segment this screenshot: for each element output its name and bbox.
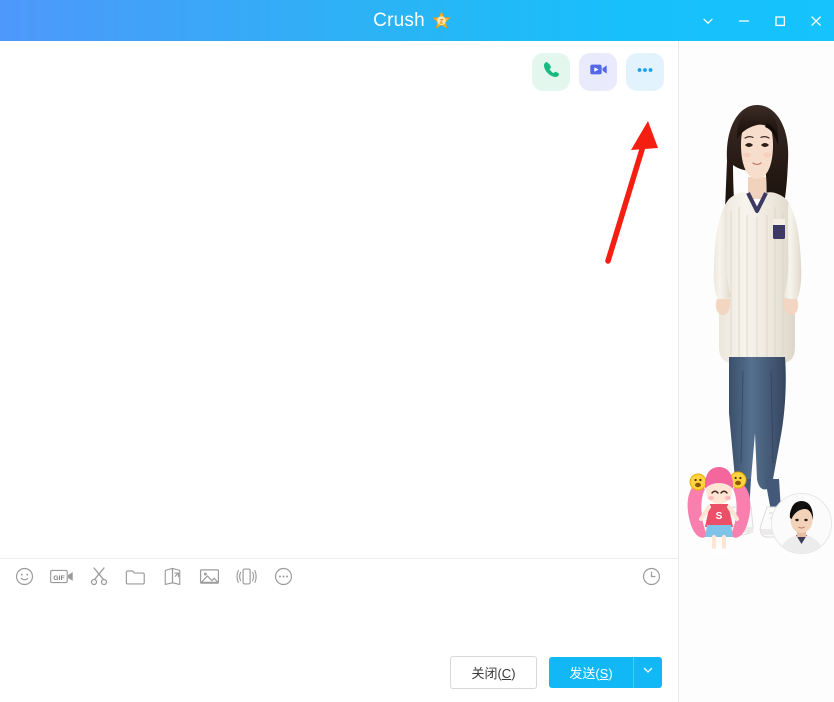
video-call-button[interactable] <box>579 53 617 91</box>
gif-icon: GIF <box>49 568 74 590</box>
folder-icon <box>125 567 146 591</box>
input-toolbar: GIF <box>0 558 678 598</box>
collapse-chevron-button[interactable] <box>690 0 726 41</box>
video-camera-icon <box>588 59 609 85</box>
qq-show-sidebar: S <box>679 41 834 702</box>
gif-button[interactable]: GIF <box>43 559 80 599</box>
send-button-group: 发送(S) <box>549 656 662 688</box>
svg-text:Z: Z <box>439 18 443 25</box>
title-bar[interactable]: Crush Z <box>0 0 834 41</box>
ellipsis-circle-icon <box>274 567 293 591</box>
chat-history-button[interactable] <box>633 559 670 599</box>
message-list[interactable] <box>0 41 678 557</box>
image-button[interactable] <box>191 559 228 599</box>
chibi-pet-illustration[interactable]: S <box>683 449 755 559</box>
contact-profile-photo[interactable] <box>771 493 832 554</box>
phone-icon <box>541 59 562 85</box>
screenshot-button[interactable] <box>80 559 117 599</box>
window-title-group: Crush Z <box>373 10 451 32</box>
clock-icon <box>642 567 661 591</box>
voice-call-button[interactable] <box>532 53 570 91</box>
chat-action-bar <box>532 53 664 91</box>
chat-column: GIF 关闭(C) 发送(S) <box>0 41 679 702</box>
more-actions-button[interactable] <box>626 53 664 91</box>
window-controls <box>690 0 834 41</box>
toolbar-right-tools <box>633 559 670 599</box>
window-body: GIF 关闭(C) 发送(S) S <box>0 41 834 702</box>
phone-shake-icon <box>236 566 257 592</box>
page-title: Crush <box>373 9 425 31</box>
image-icon <box>199 567 220 591</box>
svg-text:S: S <box>716 511 723 522</box>
more-tools-button[interactable] <box>265 559 302 599</box>
send-button[interactable]: 发送(S) <box>549 656 634 688</box>
svg-text:GIF: GIF <box>53 574 64 581</box>
minimize-button[interactable] <box>726 0 762 41</box>
file-button[interactable] <box>117 559 154 599</box>
toolbar-left-tools: GIF <box>0 559 302 599</box>
action-button-bar: 关闭(C) 发送(S) <box>0 642 678 702</box>
send-options-button[interactable] <box>634 657 662 688</box>
qq-star-level-icon: Z <box>432 11 451 30</box>
document-share-icon <box>162 566 183 591</box>
chevron-down-icon <box>642 663 654 681</box>
shake-button[interactable] <box>228 559 265 599</box>
emoji-button[interactable] <box>6 559 43 599</box>
card-button[interactable] <box>154 559 191 599</box>
scissors-icon <box>89 566 109 591</box>
ellipsis-icon <box>634 59 656 86</box>
close-button[interactable] <box>798 0 834 41</box>
maximize-button[interactable] <box>762 0 798 41</box>
close-chat-button[interactable]: 关闭(C) <box>450 655 537 689</box>
smiley-icon <box>15 567 34 591</box>
